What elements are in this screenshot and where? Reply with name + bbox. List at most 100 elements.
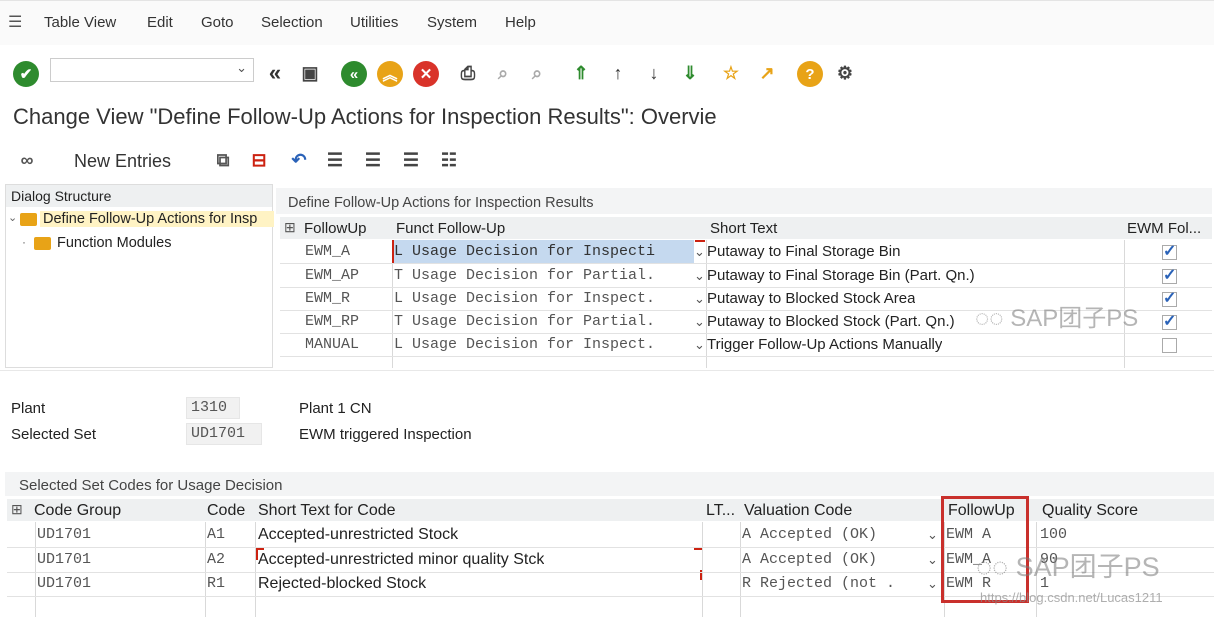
previous-page-icon[interactable]: ↑ [605, 60, 631, 86]
column-header-short-text[interactable]: Short Text for Code [258, 502, 396, 520]
short-text-cell[interactable]: Accepted-unrestricted minor quality Stck [258, 548, 544, 571]
column-header-valuation-code[interactable]: Valuation Code [744, 502, 852, 520]
menu-icon[interactable]: ☰ [8, 12, 22, 32]
ewm-checkbox[interactable] [1162, 265, 1177, 285]
ewm-checkbox[interactable] [1162, 288, 1177, 308]
display-change-icon[interactable]: ∞ [14, 147, 40, 173]
find-next-icon[interactable]: ⌕ [524, 60, 550, 86]
watermark-url: https://blog.csdn.net/Lucas1211 [980, 590, 1163, 605]
code-cell: A1 [207, 526, 226, 543]
funct-followup-dropdown[interactable]: T Usage Decision for Partial. [394, 264, 694, 287]
code-group-cell: UD1701 [37, 551, 92, 568]
configuration-icon[interactable]: ☷ [436, 147, 462, 173]
undo-icon[interactable]: ↶ [286, 147, 312, 173]
table-settings-icon[interactable]: ⊞ [284, 219, 296, 236]
table-row[interactable]: UD1701 A1 Accepted-unrestricted Stock A … [5, 523, 1214, 546]
delete-icon[interactable]: ⊟ [246, 147, 272, 173]
watermark-top: ◌◌ SAP团子PS [975, 305, 1139, 332]
copy-icon[interactable]: ⧉ [210, 147, 236, 173]
short-text-cell: Putaway to Blocked Stock (Part. Qn.) [707, 313, 955, 330]
column-header-followup[interactable]: FollowUp [304, 220, 367, 237]
menu-table-view[interactable]: Table View [44, 14, 116, 31]
back-arrows-icon[interactable]: « [262, 60, 288, 86]
menu-bar: ☰ Table View Edit Goto Selection Utiliti… [0, 0, 1214, 45]
application-toolbar: ∞ New Entries ⧉ ⊟ ↶ ☰ ☰ ☰ ☷ [0, 142, 1214, 180]
code-cell: A2 [207, 551, 226, 568]
tree-item-define-follow-up[interactable]: ⌄ Define Follow-Up Actions for Insp [8, 209, 274, 231]
help-icon[interactable]: ? [797, 61, 823, 87]
table-row[interactable]: MANUAL L Usage Decision for Inspect. ⌄ T… [276, 333, 1212, 356]
folder-icon [34, 237, 51, 250]
tree-dot-icon: · [22, 235, 26, 249]
menu-help[interactable]: Help [505, 14, 536, 31]
table-row[interactable]: EWM_AP T Usage Decision for Partial. ⌄ P… [276, 264, 1212, 287]
column-header-ewm[interactable]: EWM Fol... [1127, 220, 1201, 237]
chevron-down-icon: ⌄ [927, 527, 938, 542]
print-icon[interactable]: ⎙ [455, 60, 481, 86]
column-header-lt[interactable]: LT... [706, 502, 735, 520]
column-header-code-group[interactable]: Code Group [34, 502, 121, 520]
funct-followup-dropdown[interactable]: L Usage Decision for Inspect. [394, 287, 694, 310]
ewm-checkbox[interactable] [1162, 241, 1177, 261]
last-page-icon[interactable]: ⇓ [677, 60, 703, 86]
menu-system[interactable]: System [427, 14, 477, 31]
follow-up-actions-table: Define Follow-Up Actions for Inspection … [276, 188, 1212, 368]
column-header-quality-score[interactable]: Quality Score [1042, 502, 1138, 520]
deselect-all-icon[interactable]: ☰ [398, 147, 424, 173]
new-entries-button[interactable]: New Entries [74, 151, 171, 172]
funct-followup-dropdown[interactable]: T Usage Decision for Partial. [394, 310, 694, 333]
create-session-icon[interactable]: ☆ [718, 60, 744, 86]
system-toolbar: ✔ ⌄ « ▣ « ︽ ✕ ⎙ ⌕ ⌕ ⇑ ↑ ↓ ⇓ ☆ ↗ ? ⚙ [0, 54, 1214, 94]
table-title-bar: Selected Set Codes for Usage Decision [5, 472, 1214, 496]
code-group-cell: UD1701 [37, 526, 92, 543]
first-page-icon[interactable]: ⇑ [568, 60, 594, 86]
funct-followup-dropdown[interactable]: L Usage Decision for Inspect. [394, 333, 694, 356]
valuation-code-dropdown[interactable]: R Rejected (not . [742, 572, 922, 595]
chevron-down-icon: ⌄ [694, 268, 705, 283]
table-row[interactable]: EWM_A L Usage Decision for Inspecti ⌄ Pu… [276, 240, 1212, 264]
followup-cell: MANUAL [305, 336, 360, 353]
followup-cell: EWM_A [305, 243, 351, 260]
menu-selection[interactable]: Selection [261, 14, 323, 31]
tree-item-function-modules[interactable]: · Function Modules [8, 233, 272, 255]
column-header-short-text[interactable]: Short Text [710, 220, 777, 237]
quality-score-cell[interactable]: 100 [1040, 523, 1067, 546]
enter-icon[interactable]: ✔ [13, 61, 39, 87]
save-icon[interactable]: ▣ [297, 60, 323, 86]
column-header-code[interactable]: Code [207, 502, 245, 520]
command-field[interactable]: ⌄ [50, 58, 254, 82]
table-settings-icon[interactable]: ⊞ [11, 501, 23, 518]
select-block-icon[interactable]: ☰ [360, 147, 386, 173]
plant-field[interactable]: 1310 [186, 397, 240, 419]
valuation-code-dropdown[interactable]: A Accepted (OK) [742, 548, 922, 571]
chevron-down-icon: ⌄ [927, 576, 938, 591]
find-icon[interactable]: ⌕ [490, 60, 516, 86]
cancel-icon[interactable]: ✕ [413, 61, 439, 87]
funct-followup-dropdown[interactable]: L Usage Decision for Inspecti [392, 240, 694, 263]
tree-item-label: Function Modules [57, 235, 172, 251]
short-text-cell: Putaway to Final Storage Bin (Part. Qn.) [707, 267, 975, 284]
menu-goto[interactable]: Goto [201, 14, 234, 31]
back-icon[interactable]: « [341, 61, 367, 87]
wechat-icon: ◌◌ [975, 305, 1004, 332]
chevron-down-icon: ⌄ [8, 212, 18, 224]
valuation-code-dropdown[interactable]: A Accepted (OK) [742, 523, 922, 546]
shortcut-icon[interactable]: ↗ [754, 60, 780, 86]
ewm-checkbox[interactable] [1162, 311, 1177, 331]
code-cell: R1 [207, 575, 226, 592]
next-page-icon[interactable]: ↓ [641, 60, 667, 86]
table-header-row: ⊞ Code Group Code Short Text for Code LT… [7, 499, 1214, 521]
column-header-funct[interactable]: Funct Follow-Up [396, 220, 505, 237]
short-text-cell: Putaway to Blocked Stock Area [707, 290, 916, 307]
page-title: Change View "Define Follow-Up Actions fo… [13, 104, 717, 129]
selected-set-field[interactable]: UD1701 [186, 423, 262, 445]
gear-icon[interactable]: ⚙ [832, 60, 858, 86]
ewm-checkbox[interactable] [1162, 338, 1177, 353]
menu-edit[interactable]: Edit [147, 14, 173, 31]
chevron-down-icon: ⌄ [694, 337, 705, 352]
select-all-icon[interactable]: ☰ [322, 147, 348, 173]
dialog-structure-header: Dialog Structure [6, 185, 272, 207]
selected-set-description: EWM triggered Inspection [299, 426, 472, 443]
menu-utilities[interactable]: Utilities [350, 14, 398, 31]
exit-icon[interactable]: ︽ [377, 61, 403, 87]
